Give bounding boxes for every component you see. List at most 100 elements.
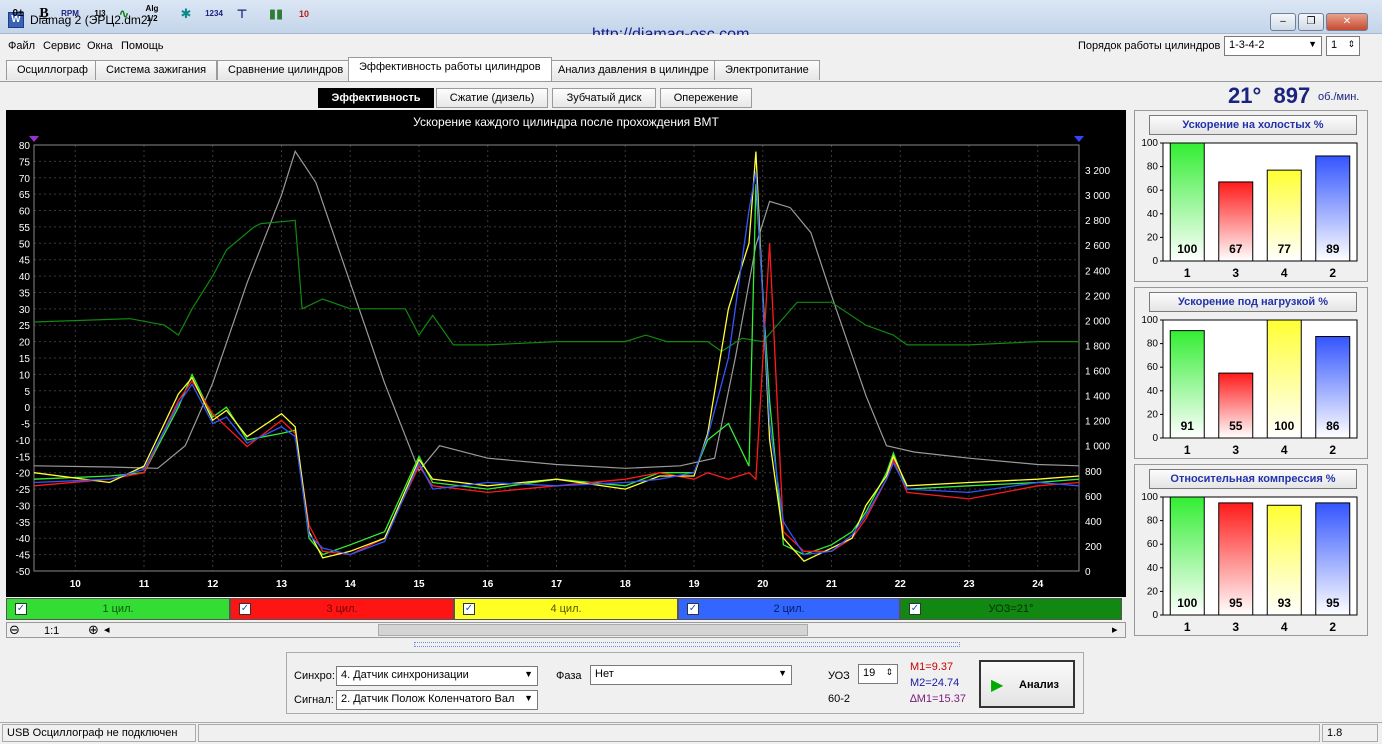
checkbox-icon[interactable]: ✓ — [239, 603, 251, 615]
cyl2-trace — [33, 171, 1080, 556]
menu-help[interactable]: Помощь — [121, 40, 164, 52]
marker-m1-icon — [29, 136, 39, 142]
signal-select[interactable]: 2. Датчик Полож Коленчатого Вал ▼ — [336, 690, 538, 710]
minimize-button[interactable]: ‒ — [1270, 13, 1296, 31]
bold-b-icon[interactable]: B — [34, 4, 54, 24]
y-tick-label: 30 — [19, 305, 31, 316]
bar-value-label: 100 — [1274, 419, 1294, 433]
y-tick-label: 80 — [19, 141, 31, 152]
phase-label: Фаза — [556, 670, 582, 682]
subtab-advance[interactable]: Опережение — [660, 88, 752, 108]
bar-category-label: 3 — [1232, 443, 1239, 457]
rpm-icon[interactable]: RPM — [60, 4, 80, 24]
marker-m2: M2=24.74 — [910, 677, 960, 689]
y-tick-label: -40 — [16, 534, 31, 545]
splitter-handle[interactable] — [414, 642, 960, 647]
firing-order-label: Порядок работы цилиндров — [1078, 40, 1221, 52]
ignition-angle: 21° — [1228, 83, 1262, 108]
menu-file[interactable]: Файл — [8, 40, 35, 52]
ten-icon[interactable]: 10 — [294, 4, 314, 24]
y2-tick-label: 2 800 — [1085, 216, 1110, 227]
scroll-left-icon[interactable]: ◂ — [104, 623, 110, 636]
y-tick-label: 20 — [19, 338, 31, 349]
compression-chart: 100 80 60 40 20 0 100 1 95 3 93 4 95 2 — [1141, 492, 1358, 634]
bar-y-tick-label: 0 — [1152, 256, 1158, 267]
y-tick-label: -20 — [16, 469, 31, 480]
x-tick-label: 22 — [895, 579, 907, 590]
checkbox-icon[interactable]: ✓ — [463, 603, 475, 615]
y-tick-label: 25 — [19, 321, 31, 332]
bar-value-label: 93 — [1278, 596, 1292, 610]
channel-cyl1[interactable]: ✓ 1 цил. — [6, 598, 230, 620]
analyze-button[interactable]: ▶ Анализ — [979, 660, 1075, 708]
idle-accel-title: Ускорение на холостых % — [1149, 115, 1357, 135]
x-tick-label: 16 — [482, 579, 494, 590]
channel-uoz[interactable]: ✓ УОЗ=21° — [900, 598, 1122, 620]
rpm-unit: об./мин. — [1318, 91, 1360, 103]
tab-ignition[interactable]: Система зажигания — [95, 60, 218, 80]
phase-select[interactable]: Нет ▼ — [590, 665, 792, 685]
checkbox-icon[interactable]: ✓ — [909, 603, 921, 615]
one-three-icon[interactable]: 1|3 — [90, 4, 110, 24]
y-tick-label: 40 — [19, 272, 31, 283]
bug-icon[interactable]: ✱ — [176, 4, 196, 24]
horizontal-scrollbar-thumb[interactable] — [378, 624, 808, 636]
channel-cyl4[interactable]: ✓ 4 цил. — [454, 598, 678, 620]
load-accel-panel: Ускорение под нагрузкой % 100 80 60 40 20 0 91… — [1134, 287, 1368, 459]
y-tick-label: 50 — [19, 239, 31, 250]
oscillogram-plot[interactable]: 80 75 70 65 60 55 50 45 40 35 30 25 20 15 10 5 0 -5 -10 -15… — [6, 110, 1126, 597]
subtab-diesel-compression[interactable]: Сжатие (дизель) — [436, 88, 548, 108]
menu-windows[interactable]: Окна — [87, 40, 113, 52]
subtab-gear-disk[interactable]: Зубчатый диск — [552, 88, 656, 108]
bars-icon[interactable]: ▮▮ — [266, 4, 286, 24]
checkbox-icon[interactable]: ✓ — [687, 603, 699, 615]
signal-label: Сигнал: — [294, 694, 334, 706]
bar-value-label: 55 — [1229, 419, 1243, 433]
zoom-in-icon[interactable]: ⊕ — [88, 622, 99, 638]
menu-service[interactable]: Сервис — [43, 40, 81, 52]
bar-y-tick-label: 20 — [1147, 232, 1159, 243]
checkbox-icon[interactable]: ✓ — [15, 603, 27, 615]
channel-cyl2[interactable]: ✓ 2 цил. — [678, 598, 900, 620]
x-tick-label: 24 — [1032, 579, 1044, 590]
tab-cylinder-compare[interactable]: Сравнение цилиндров — [217, 60, 355, 80]
bar-category-label: 1 — [1184, 443, 1191, 457]
bar-y-tick-label: 40 — [1147, 386, 1159, 397]
bar-category-label: 3 — [1232, 266, 1239, 280]
zoom-out-icon[interactable]: ⊖ — [9, 622, 20, 638]
sync-select[interactable]: 4. Датчик синхронизации ▼ — [336, 666, 538, 686]
bar-y-tick-label: 0 — [1152, 433, 1158, 444]
uoz-spinner[interactable]: 19 ⇕ — [858, 664, 898, 684]
tab-oscillograph[interactable]: Осциллограф — [6, 60, 99, 80]
tab-power-supply[interactable]: Электропитание — [714, 60, 820, 80]
firing-order-select[interactable]: 1-3-4-2 ▼ — [1224, 36, 1322, 56]
scroll-right-icon[interactable]: ▸ — [1112, 623, 1118, 636]
teeth-config: 60-2 — [828, 693, 851, 705]
zero-adjust-icon[interactable]: 0± — [8, 4, 28, 24]
y-tick-label: -45 — [16, 551, 31, 562]
tab-cylinder-efficiency[interactable]: Эффективность работы цилиндров — [348, 57, 552, 81]
channel-cyl3[interactable]: ✓ 3 цил. — [230, 598, 454, 620]
bar-y-tick-label: 80 — [1147, 516, 1159, 527]
bar-category-label: 4 — [1281, 266, 1288, 280]
wave-icon[interactable]: ∿ — [114, 4, 134, 24]
bar-category-label: 1 — [1184, 620, 1191, 634]
x-tick-label: 20 — [757, 579, 769, 590]
bar-y-tick-label: 100 — [1141, 315, 1158, 326]
close-button[interactable]: ✕ — [1326, 13, 1368, 31]
bar-y-tick-label: 80 — [1147, 162, 1159, 173]
y-tick-label: 55 — [19, 223, 31, 234]
firing-order-spinner[interactable]: 1 ⇕ — [1326, 36, 1360, 56]
alg-half-icon[interactable]: Alg 1/2 — [142, 4, 162, 24]
load-accel-chart: 100 80 60 40 20 0 91 1 55 3 100 4 86 2 — [1141, 315, 1358, 457]
subtab-efficiency[interactable]: Эффективность — [318, 88, 434, 108]
digits-icon[interactable]: 1234 — [204, 4, 224, 24]
bar-value-label: 86 — [1326, 419, 1340, 433]
chevron-down-icon: ▼ — [778, 668, 787, 678]
filter-icon[interactable]: ⊤ — [232, 4, 252, 24]
tab-pressure-analysis[interactable]: Анализ давления в цилиндре — [547, 60, 720, 80]
y-tick-label: 15 — [19, 354, 31, 365]
maximize-button[interactable]: ❐ — [1298, 13, 1324, 31]
connection-status: USB Осциллограф не подключен — [2, 724, 196, 742]
x-tick-label: 10 — [70, 579, 82, 590]
